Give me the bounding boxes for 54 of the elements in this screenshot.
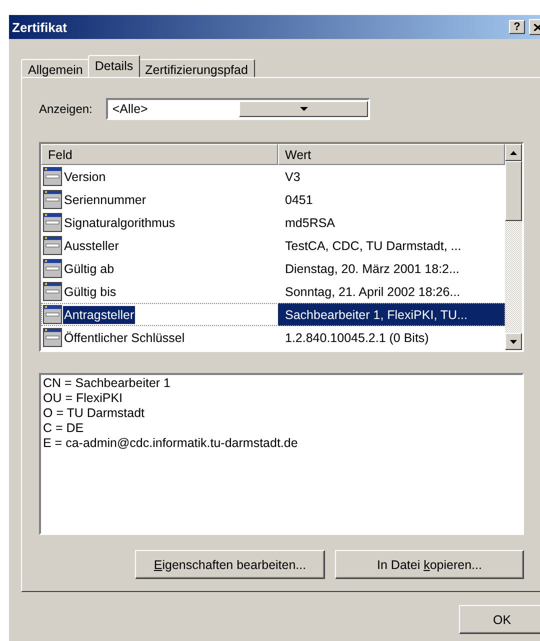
field-name: Version — [63, 168, 107, 186]
field-value: md5RSA — [284, 214, 336, 232]
list-row[interactable]: Aussteller TestCA, CDC, TU Darmstadt, ... — [41, 234, 505, 257]
window-title: Zertifikat — [12, 20, 68, 34]
tab[interactable]: Zertifizierungspfad — [138, 59, 255, 77]
list-row[interactable]: Öffentlicher Schlüssel 1.2.840.10045.2.1 (0 Bits) — [41, 326, 505, 349]
field-name: Seriennummer — [63, 192, 147, 208]
field-name: Aussteller — [63, 238, 120, 254]
detail-line: E = ca-admin@cdc.informatik.tu-darmstadt.de — [43, 436, 299, 451]
list-row[interactable]: Gültig ab Dienstag, 20. März 2001 18:2... — [41, 257, 505, 280]
scroll-down-icon — [510, 340, 517, 344]
field-value: Dienstag, 20. März 2001 18:2... — [284, 260, 460, 278]
ok-button[interactable]: OK — [459, 605, 540, 634]
list-row[interactable]: Signaturalgorithmus md5RSA — [41, 211, 505, 234]
close-icon — [534, 24, 540, 30]
action-button[interactable]: In Datei kopieren... — [335, 550, 524, 579]
field-value: Sonntag, 21. April 2002 18:26... — [284, 284, 462, 300]
tab[interactable]: Details — [88, 55, 140, 77]
field-name: Gültig ab — [63, 260, 116, 278]
field-icon — [43, 328, 62, 347]
list-row[interactable]: Version V3 — [41, 165, 505, 188]
field-icon — [43, 167, 62, 186]
field-value: 1.2.840.10045.2.1 (0 Bits) — [284, 330, 430, 346]
detail-line: O = TU Darmstadt — [43, 406, 146, 421]
field-name: Signaturalgorithmus — [63, 214, 176, 232]
show-dropdown[interactable]: <Alle> — [106, 98, 370, 120]
field-name: Gültig bis — [63, 284, 118, 300]
field-value: TestCA, CDC, TU Darmstadt, ... — [284, 238, 462, 254]
field-icon — [43, 305, 62, 324]
field-name: Öffentlicher Schlüssel — [63, 330, 186, 346]
field-value: 0451 — [284, 192, 314, 208]
column-header[interactable]: Feld — [41, 144, 278, 165]
list-row[interactable]: Seriennummer 0451 — [41, 188, 505, 211]
help-button[interactable]: ? — [509, 20, 525, 34]
field-name: Antragsteller — [63, 306, 136, 324]
action-button[interactable]: Eigenschaften bearbeiten... — [135, 550, 325, 579]
field-icon — [43, 213, 62, 232]
field-icon — [43, 259, 62, 278]
field-icon — [43, 282, 62, 301]
detail-line: OU = FlexiPKI — [43, 391, 124, 406]
tab[interactable]: Allgemein — [21, 59, 90, 77]
list-row[interactable]: Antragsteller Sachbearbeiter 1, FlexiPKI, TU... — [41, 303, 505, 326]
scrollbar[interactable] — [505, 144, 522, 350]
show-label: Anzeigen: — [39, 102, 92, 116]
detail-text-area[interactable]: CN = Sachbearbeiter 1 OU = FlexiPKI O = TU Darmstadt C = DE E = ca-admin@cdc.informatik.tu-darmstadt.de — [39, 373, 524, 535]
scroll-up-icon — [510, 150, 517, 154]
field-icon — [43, 236, 62, 255]
detail-line: C = DE — [43, 421, 85, 436]
field-value: V3 — [284, 168, 302, 186]
dropdown-arrow-icon — [300, 107, 308, 111]
field-icon — [43, 190, 62, 209]
list-row[interactable]: Gültig bis Sonntag, 21. April 2002 18:26... — [41, 280, 505, 303]
detail-line: CN = Sachbearbeiter 1 — [43, 376, 172, 391]
column-header[interactable]: Wert — [278, 144, 505, 165]
